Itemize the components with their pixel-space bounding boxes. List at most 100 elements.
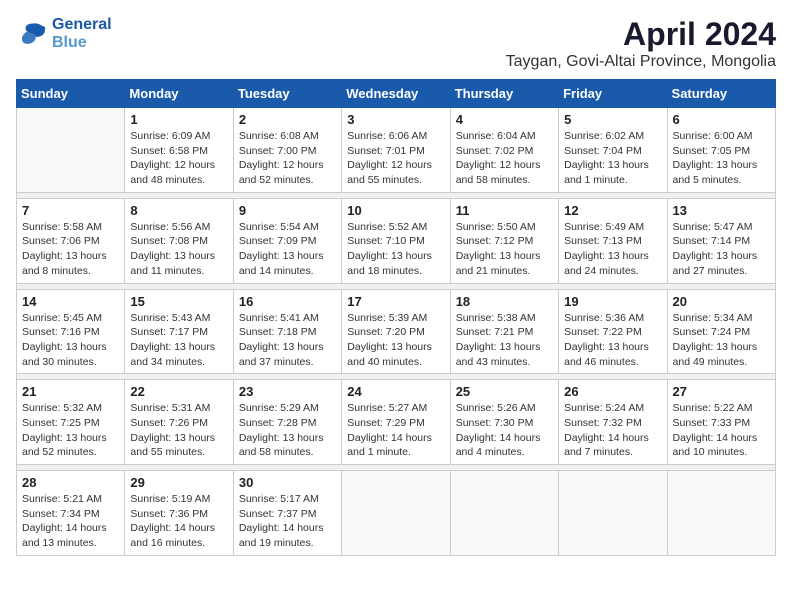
day-info: Sunrise: 5:43 AMSunset: 7:17 PMDaylight:… — [130, 311, 227, 370]
calendar-cell: 17 Sunrise: 5:39 AMSunset: 7:20 PMDayligh… — [342, 289, 450, 374]
day-info: Sunrise: 5:29 AMSunset: 7:28 PMDaylight:… — [239, 401, 336, 460]
weekday-header: Saturday — [667, 80, 775, 108]
day-info: Sunrise: 5:38 AMSunset: 7:21 PMDaylight:… — [456, 311, 553, 370]
day-number: 22 — [130, 384, 227, 399]
calendar-cell — [667, 471, 775, 556]
day-info: Sunrise: 5:34 AMSunset: 7:24 PMDaylight:… — [673, 311, 770, 370]
day-info: Sunrise: 5:22 AMSunset: 7:33 PMDaylight:… — [673, 401, 770, 460]
day-number: 11 — [456, 203, 553, 218]
day-info: Sunrise: 5:52 AMSunset: 7:10 PMDaylight:… — [347, 220, 444, 279]
day-number: 7 — [22, 203, 119, 218]
day-number: 28 — [22, 475, 119, 490]
day-info: Sunrise: 5:54 AMSunset: 7:09 PMDaylight:… — [239, 220, 336, 279]
page-title: April 2024 — [506, 16, 776, 53]
calendar-cell: 2 Sunrise: 6:08 AMSunset: 7:00 PMDaylight… — [233, 108, 341, 193]
calendar-week-row: 14 Sunrise: 5:45 AMSunset: 7:16 PMDayligh… — [17, 289, 776, 374]
logo-text: General Blue — [52, 16, 112, 52]
day-number: 21 — [22, 384, 119, 399]
calendar-cell: 19 Sunrise: 5:36 AMSunset: 7:22 PMDayligh… — [559, 289, 667, 374]
calendar-cell: 18 Sunrise: 5:38 AMSunset: 7:21 PMDayligh… — [450, 289, 558, 374]
weekday-header: Sunday — [17, 80, 125, 108]
calendar-cell: 14 Sunrise: 5:45 AMSunset: 7:16 PMDayligh… — [17, 289, 125, 374]
weekday-header: Monday — [125, 80, 233, 108]
logo: General Blue — [16, 16, 112, 52]
day-number: 27 — [673, 384, 770, 399]
day-info: Sunrise: 5:24 AMSunset: 7:32 PMDaylight:… — [564, 401, 661, 460]
page-subtitle: Taygan, Govi-Altai Province, Mongolia — [506, 53, 776, 71]
calendar-cell: 12 Sunrise: 5:49 AMSunset: 7:13 PMDayligh… — [559, 198, 667, 283]
day-number: 6 — [673, 112, 770, 127]
calendar-cell: 4 Sunrise: 6:04 AMSunset: 7:02 PMDaylight… — [450, 108, 558, 193]
calendar-cell: 11Sunrise: 5:50 AMSunset: 7:12 PMDayligh… — [450, 198, 558, 283]
day-info: Sunrise: 5:26 AMSunset: 7:30 PMDaylight:… — [456, 401, 553, 460]
day-info: Sunrise: 5:31 AMSunset: 7:26 PMDaylight:… — [130, 401, 227, 460]
day-info: Sunrise: 6:00 AMSunset: 7:05 PMDaylight:… — [673, 129, 770, 188]
calendar-cell: 10Sunrise: 5:52 AMSunset: 7:10 PMDayligh… — [342, 198, 450, 283]
day-info: Sunrise: 5:19 AMSunset: 7:36 PMDaylight:… — [130, 492, 227, 551]
calendar-cell: 29 Sunrise: 5:19 AMSunset: 7:36 PMDayligh… — [125, 471, 233, 556]
calendar-cell: 27 Sunrise: 5:22 AMSunset: 7:33 PMDayligh… — [667, 380, 775, 465]
calendar-cell: 13 Sunrise: 5:47 AMSunset: 7:14 PMDayligh… — [667, 198, 775, 283]
day-info: Sunrise: 5:49 AMSunset: 7:13 PMDaylight:… — [564, 220, 661, 279]
day-number: 14 — [22, 294, 119, 309]
day-number: 12 — [564, 203, 661, 218]
day-info: Sunrise: 5:27 AMSunset: 7:29 PMDaylight:… — [347, 401, 444, 460]
day-number: 19 — [564, 294, 661, 309]
calendar-cell: 21 Sunrise: 5:32 AMSunset: 7:25 PMDayligh… — [17, 380, 125, 465]
day-number: 25 — [456, 384, 553, 399]
calendar-cell: 28Sunrise: 5:21 AMSunset: 7:34 PMDayligh… — [17, 471, 125, 556]
calendar-cell: 1 Sunrise: 6:09 AMSunset: 6:58 PMDaylight… — [125, 108, 233, 193]
day-number: 13 — [673, 203, 770, 218]
day-number: 18 — [456, 294, 553, 309]
day-number: 20 — [673, 294, 770, 309]
calendar-cell — [559, 471, 667, 556]
day-number: 2 — [239, 112, 336, 127]
calendar-cell: 23 Sunrise: 5:29 AMSunset: 7:28 PMDayligh… — [233, 380, 341, 465]
day-number: 8 — [130, 203, 227, 218]
calendar-cell — [450, 471, 558, 556]
day-info: Sunrise: 5:39 AMSunset: 7:20 PMDaylight:… — [347, 311, 444, 370]
weekday-header: Friday — [559, 80, 667, 108]
day-info: Sunrise: 5:58 AMSunset: 7:06 PMDaylight:… — [22, 220, 119, 279]
day-info: Sunrise: 6:08 AMSunset: 7:00 PMDaylight:… — [239, 129, 336, 188]
calendar-table: SundayMondayTuesdayWednesdayThursdayFrid… — [16, 79, 776, 556]
calendar-cell: 26Sunrise: 5:24 AMSunset: 7:32 PMDayligh… — [559, 380, 667, 465]
calendar-cell: 30 Sunrise: 5:17 AMSunset: 7:37 PMDayligh… — [233, 471, 341, 556]
logo-bird-icon — [16, 20, 48, 48]
calendar-cell: 16Sunrise: 5:41 AMSunset: 7:18 PMDayligh… — [233, 289, 341, 374]
calendar-week-row: 1 Sunrise: 6:09 AMSunset: 6:58 PMDaylight… — [17, 108, 776, 193]
calendar-week-row: 28Sunrise: 5:21 AMSunset: 7:34 PMDayligh… — [17, 471, 776, 556]
day-info: Sunrise: 5:36 AMSunset: 7:22 PMDaylight:… — [564, 311, 661, 370]
day-info: Sunrise: 5:47 AMSunset: 7:14 PMDaylight:… — [673, 220, 770, 279]
day-info: Sunrise: 5:17 AMSunset: 7:37 PMDaylight:… — [239, 492, 336, 551]
day-number: 29 — [130, 475, 227, 490]
day-number: 15 — [130, 294, 227, 309]
day-number: 30 — [239, 475, 336, 490]
day-info: Sunrise: 5:45 AMSunset: 7:16 PMDaylight:… — [22, 311, 119, 370]
calendar-cell: 3Sunrise: 6:06 AMSunset: 7:01 PMDaylight… — [342, 108, 450, 193]
day-number: 17 — [347, 294, 444, 309]
day-number: 4 — [456, 112, 553, 127]
calendar-week-row: 21 Sunrise: 5:32 AMSunset: 7:25 PMDayligh… — [17, 380, 776, 465]
calendar-cell: 8 Sunrise: 5:56 AMSunset: 7:08 PMDaylight… — [125, 198, 233, 283]
day-number: 9 — [239, 203, 336, 218]
weekday-header: Tuesday — [233, 80, 341, 108]
calendar-cell: 20 Sunrise: 5:34 AMSunset: 7:24 PMDayligh… — [667, 289, 775, 374]
calendar-cell: 9 Sunrise: 5:54 AMSunset: 7:09 PMDaylight… — [233, 198, 341, 283]
page-header: General Blue April 2024 Taygan, Govi-Alt… — [16, 16, 776, 71]
day-info: Sunrise: 5:32 AMSunset: 7:25 PMDaylight:… — [22, 401, 119, 460]
calendar-cell: 5Sunrise: 6:02 AMSunset: 7:04 PMDaylight… — [559, 108, 667, 193]
calendar-cell: 15 Sunrise: 5:43 AMSunset: 7:17 PMDayligh… — [125, 289, 233, 374]
day-number: 23 — [239, 384, 336, 399]
calendar-cell: 24 Sunrise: 5:27 AMSunset: 7:29 PMDayligh… — [342, 380, 450, 465]
weekday-header: Wednesday — [342, 80, 450, 108]
day-number: 1 — [130, 112, 227, 127]
day-info: Sunrise: 6:06 AMSunset: 7:01 PMDaylight:… — [347, 129, 444, 188]
day-number: 24 — [347, 384, 444, 399]
calendar-cell: 25 Sunrise: 5:26 AMSunset: 7:30 PMDayligh… — [450, 380, 558, 465]
day-number: 5 — [564, 112, 661, 127]
day-info: Sunrise: 6:09 AMSunset: 6:58 PMDaylight:… — [130, 129, 227, 188]
day-info: Sunrise: 5:56 AMSunset: 7:08 PMDaylight:… — [130, 220, 227, 279]
day-number: 16 — [239, 294, 336, 309]
day-info: Sunrise: 6:04 AMSunset: 7:02 PMDaylight:… — [456, 129, 553, 188]
